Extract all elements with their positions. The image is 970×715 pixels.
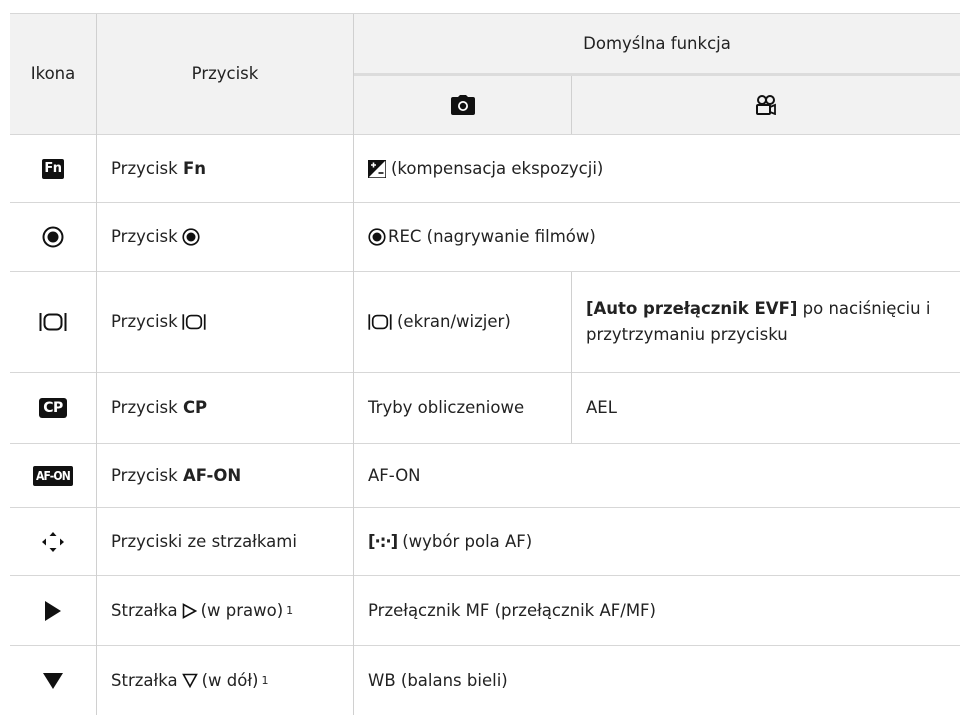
header-movie-col bbox=[572, 76, 960, 134]
movie-function-bold: [Auto przełącznik EVF] bbox=[586, 299, 798, 318]
button-name: AF-ON bbox=[182, 465, 242, 485]
button-prefix: Strzałka bbox=[111, 670, 178, 690]
exposure-compensation-icon bbox=[368, 159, 386, 178]
row-button-cell: Przycisk Fn bbox=[97, 135, 353, 202]
movie-function-text: [Auto przełącznik EVF] po naciśnięciu i … bbox=[586, 296, 952, 348]
header-default-function: Domyślna funkcja bbox=[583, 34, 731, 53]
row-icon-cell bbox=[10, 203, 96, 271]
button-prefix: Przycisk bbox=[111, 312, 178, 331]
default-function-text: AF-ON bbox=[368, 465, 421, 485]
button-name: Fn bbox=[182, 158, 206, 178]
default-function-text: (kompensacja ekspozycji) bbox=[391, 158, 604, 178]
play-right-icon bbox=[44, 600, 62, 621]
row-icon-cell bbox=[10, 576, 96, 645]
record-icon bbox=[368, 228, 386, 246]
row-button-cell: Przycisk bbox=[97, 203, 353, 271]
button-name: CP bbox=[182, 398, 208, 417]
down-outline-arrow-icon bbox=[181, 673, 198, 688]
row-button-cell: Przycisk CP bbox=[97, 373, 353, 443]
af-target-icon: [·:·] bbox=[368, 531, 398, 551]
camera-icon bbox=[450, 95, 475, 115]
button-prefix: Przycisk bbox=[111, 227, 178, 246]
row-button-cell: Strzałka (w dół) 1 bbox=[97, 646, 353, 715]
row-movie-cell: [Auto przełącznik EVF] po naciśnięciu i … bbox=[572, 272, 960, 372]
monitor-switch-icon bbox=[182, 313, 206, 331]
cp-icon: CP bbox=[39, 398, 67, 418]
record-icon bbox=[42, 226, 64, 248]
button-prefix: Przycisk bbox=[111, 465, 178, 485]
right-outline-arrow-icon bbox=[182, 602, 197, 619]
arrow-pad-icon bbox=[41, 531, 65, 553]
button-suffix: (w dół) bbox=[201, 670, 259, 690]
record-icon bbox=[182, 228, 200, 246]
row-icon-cell: CP bbox=[10, 373, 96, 443]
default-function-text: WB (balans bieli) bbox=[368, 670, 508, 690]
row-photo-cell: Tryby obliczeniowe bbox=[354, 373, 571, 443]
fn-icon: Fn bbox=[42, 158, 64, 179]
button-text: Przyciski ze strzałkami bbox=[111, 531, 297, 551]
row-default-cell: [·:·] (wybór pola AF) bbox=[354, 508, 960, 575]
row-button-cell: Przyciski ze strzałkami bbox=[97, 508, 353, 575]
monitor-switch-icon bbox=[368, 313, 392, 331]
movie-function-text: AEL bbox=[586, 398, 617, 417]
monitor-switch-icon bbox=[39, 312, 67, 332]
row-icon-cell bbox=[10, 646, 96, 715]
button-prefix: Przycisk bbox=[111, 398, 178, 417]
default-function-text: Przełącznik MF (przełącznik AF/MF) bbox=[368, 600, 656, 620]
default-function-text: REC (nagrywanie filmów) bbox=[388, 227, 596, 246]
default-function-text: (wybór pola AF) bbox=[402, 531, 533, 551]
row-default-cell: (kompensacja ekspozycji) bbox=[354, 135, 960, 202]
button-suffix: (w prawo) bbox=[200, 600, 284, 620]
row-button-cell: Przycisk bbox=[97, 272, 353, 372]
function-table: Ikona Przycisk Domyślna funkcja Fn Przyc… bbox=[0, 0, 970, 715]
row-icon-cell: Fn bbox=[10, 135, 96, 202]
af-on-icon: AF-ON bbox=[33, 465, 73, 486]
row-default-cell: WB (balans bieli) bbox=[354, 646, 960, 715]
row-default-cell: Przełącznik MF (przełącznik AF/MF) bbox=[354, 576, 960, 645]
row-button-cell: Przycisk AF-ON bbox=[97, 444, 353, 507]
header-button: Przycisk bbox=[191, 64, 259, 83]
row-icon-cell bbox=[10, 272, 96, 372]
header-icon: Ikona bbox=[30, 64, 76, 83]
button-prefix: Przycisk bbox=[111, 158, 178, 178]
header-photo-col bbox=[354, 76, 571, 134]
down-triangle-icon bbox=[43, 672, 63, 690]
button-prefix: Strzałka bbox=[111, 600, 178, 620]
row-button-cell: Strzałka (w prawo) 1 bbox=[97, 576, 353, 645]
row-movie-cell: AEL bbox=[572, 373, 960, 443]
photo-function-text: (ekran/wizjer) bbox=[397, 312, 511, 331]
photo-function-text: Tryby obliczeniowe bbox=[368, 398, 525, 417]
movie-camera-icon bbox=[755, 95, 777, 115]
row-default-cell: REC (nagrywanie filmów) bbox=[354, 203, 960, 271]
row-icon-cell: AF-ON bbox=[10, 444, 96, 507]
row-photo-cell: (ekran/wizjer) bbox=[354, 272, 571, 372]
row-icon-cell bbox=[10, 508, 96, 575]
row-default-cell: AF-ON bbox=[354, 444, 960, 507]
